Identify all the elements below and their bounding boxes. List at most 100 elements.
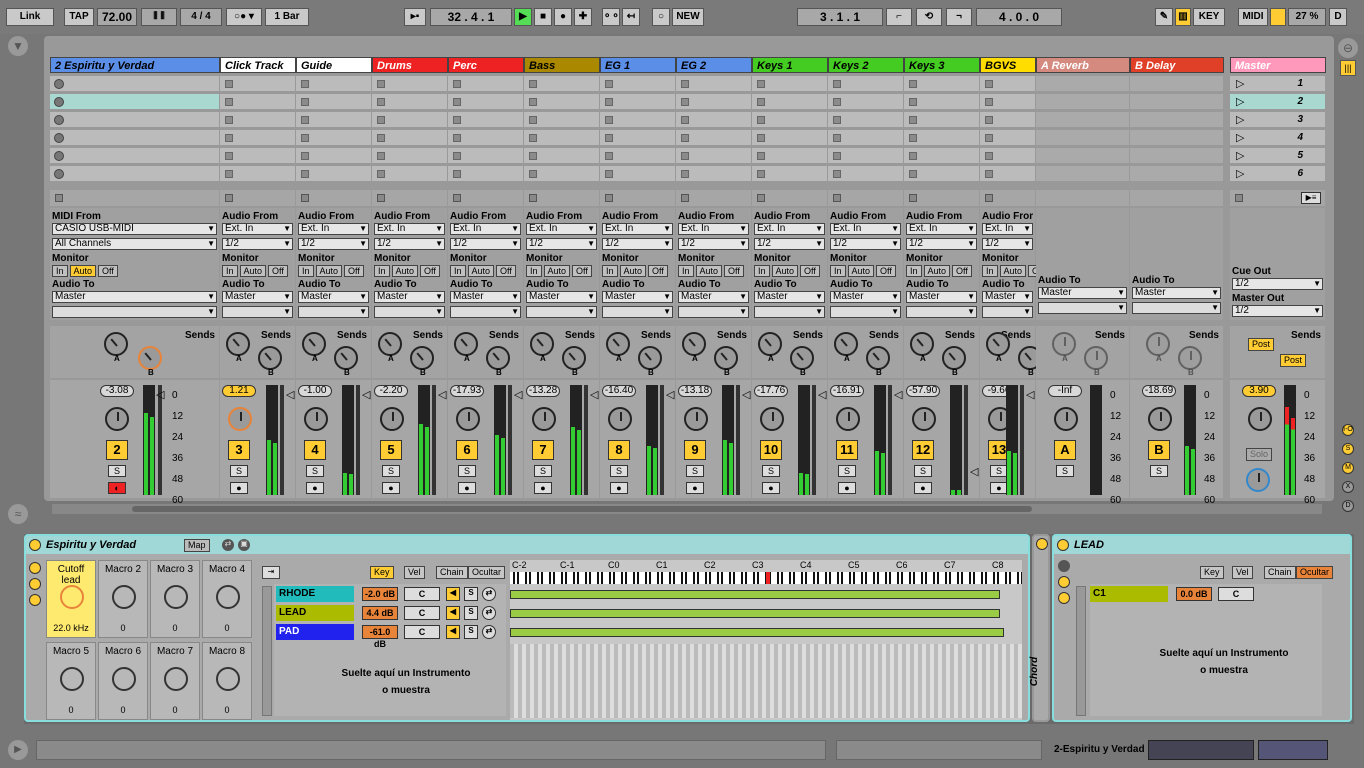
macro-knob[interactable]	[164, 667, 188, 691]
clip-slot[interactable]	[676, 112, 751, 128]
scene-launch-icon[interactable]: ▷	[1236, 131, 1244, 144]
clip-stop-icon[interactable]	[529, 134, 537, 142]
pan-knob[interactable]	[912, 407, 936, 431]
clip-stop-icon[interactable]	[757, 170, 765, 178]
monitor-off-button[interactable]: Off	[98, 265, 118, 277]
input-source-select[interactable]: Ext. In	[982, 223, 1033, 235]
clip-stop-icon[interactable]	[377, 98, 385, 106]
clip-slot[interactable]	[448, 112, 523, 128]
fader-handle-icon[interactable]: ◁	[742, 388, 750, 401]
clip-slot[interactable]	[752, 130, 827, 146]
monitor-auto-button[interactable]: Auto	[391, 265, 419, 277]
chain-row[interactable]: RHODE -2.0 dB C ◀ S ⇄	[276, 586, 504, 602]
stop-button[interactable]: ■	[534, 8, 552, 26]
clip-record-icon[interactable]	[54, 133, 64, 143]
arm-button[interactable]: ●	[686, 482, 704, 494]
tab-key[interactable]: Key	[370, 566, 394, 579]
clip-slot[interactable]	[676, 130, 751, 146]
output-channel-select[interactable]	[982, 306, 1033, 318]
clip-stop-icon[interactable]	[833, 98, 841, 106]
clip-stop-icon[interactable]	[605, 152, 613, 160]
output-channel-select[interactable]	[830, 306, 901, 318]
input-source-select[interactable]: Ext. In	[222, 223, 293, 235]
monitor-auto-button[interactable]: Auto	[923, 265, 951, 277]
input-channel-select[interactable]: All Channels	[52, 238, 217, 250]
clip-slot[interactable]	[50, 130, 219, 146]
arm-button[interactable]: ●	[914, 482, 932, 494]
clip-stop-icon[interactable]	[529, 116, 537, 124]
return-output-select[interactable]: Master	[1038, 287, 1127, 299]
volume-field[interactable]: -13.18	[678, 385, 712, 397]
tab-chain[interactable]: Chain	[436, 566, 468, 579]
zone-rhode[interactable]	[510, 590, 1000, 599]
clip-stop-icon[interactable]	[833, 80, 841, 88]
volume-fader[interactable]	[584, 385, 588, 495]
send-b-knob[interactable]: B	[638, 346, 662, 377]
monitor-auto-button[interactable]: Auto	[771, 265, 799, 277]
send-a-knob[interactable]: A	[454, 332, 478, 363]
clip-stop-icon[interactable]	[301, 98, 309, 106]
arm-button[interactable]: ●	[762, 482, 780, 494]
arrangement-view-icon[interactable]: ⊖	[1338, 38, 1358, 58]
macro-8[interactable]: Macro 8 0	[202, 642, 252, 720]
master-volume-field[interactable]: 3.90	[1242, 385, 1276, 397]
clip-record-icon[interactable]	[54, 97, 64, 107]
lead-tab-vel[interactable]: Vel	[1232, 566, 1253, 579]
arm-button[interactable]: ●	[458, 482, 476, 494]
clip-stop-icon[interactable]	[681, 170, 689, 178]
chain-hotswap-icon[interactable]: ⇄	[482, 625, 496, 639]
monitor-in-button[interactable]: In	[602, 265, 618, 277]
session-record-button[interactable]: ○	[652, 8, 670, 26]
clip-stop-icon[interactable]	[529, 80, 537, 88]
return-volume-field[interactable]: -Inf	[1048, 385, 1082, 397]
clip-stop-icon[interactable]	[757, 80, 765, 88]
clip-slot[interactable]	[600, 76, 675, 92]
clip-slot[interactable]	[220, 76, 295, 92]
clip-slot[interactable]	[524, 130, 599, 146]
device-overview[interactable]	[1148, 740, 1254, 760]
chain-speaker-icon[interactable]: ◀	[446, 587, 460, 601]
solo-button[interactable]: S	[230, 465, 248, 477]
draw-mode-button[interactable]: ✎	[1155, 8, 1173, 26]
output-select[interactable]: Master	[222, 291, 293, 303]
monitor-auto-button[interactable]: Auto	[999, 265, 1027, 277]
clip-slot[interactable]	[980, 148, 1035, 164]
clip-slot[interactable]	[448, 148, 523, 164]
clip-slot[interactable]	[980, 166, 1035, 182]
clip-stop-icon[interactable]	[605, 170, 613, 178]
scene-launch-icon[interactable]: ▷	[1236, 167, 1244, 180]
clip-slot[interactable]	[448, 166, 523, 182]
input-channel-select[interactable]: 1/2	[982, 238, 1033, 250]
send-b-knob[interactable]: B	[1084, 346, 1108, 377]
clip-stop-icon[interactable]	[909, 134, 917, 142]
pan-knob[interactable]	[228, 407, 252, 431]
clip-stop-icon[interactable]	[757, 116, 765, 124]
clip-stop-icon[interactable]	[453, 170, 461, 178]
clip-slot[interactable]	[904, 76, 979, 92]
lead-chain-scrollbar[interactable]	[1076, 586, 1086, 716]
record-button[interactable]: ●	[554, 8, 572, 26]
clip-stop-icon[interactable]	[681, 134, 689, 142]
scene-launch-icon[interactable]: ▷	[1236, 95, 1244, 108]
solo-button[interactable]: S	[762, 465, 780, 477]
output-select[interactable]: Master	[982, 291, 1033, 303]
clip-stop-icon[interactable]	[225, 98, 233, 106]
clip-stop-icon[interactable]	[377, 80, 385, 88]
input-channel-select[interactable]: 1/2	[906, 238, 977, 250]
return-title[interactable]: A Reverb	[1036, 57, 1130, 73]
chain-key[interactable]: C	[404, 625, 440, 639]
output-select[interactable]: Master	[298, 291, 369, 303]
input-channel-select[interactable]: 1/2	[298, 238, 369, 250]
return-activator-button[interactable]: B	[1148, 440, 1170, 460]
clip-stop-icon[interactable]	[909, 170, 917, 178]
stop-clips-icon[interactable]	[225, 194, 233, 202]
tab-ocultar[interactable]: Ocultar	[468, 566, 506, 579]
monitor-in-button[interactable]: In	[526, 265, 542, 277]
pan-knob[interactable]	[684, 407, 708, 431]
output-channel-select[interactable]	[526, 306, 597, 318]
send-b-knob[interactable]: B	[714, 346, 738, 377]
pan-knob[interactable]	[532, 407, 556, 431]
chain-solo-button[interactable]: S	[464, 625, 478, 639]
output-channel-select[interactable]	[906, 306, 977, 318]
quantize-menu[interactable]: 1 Bar	[265, 8, 309, 26]
